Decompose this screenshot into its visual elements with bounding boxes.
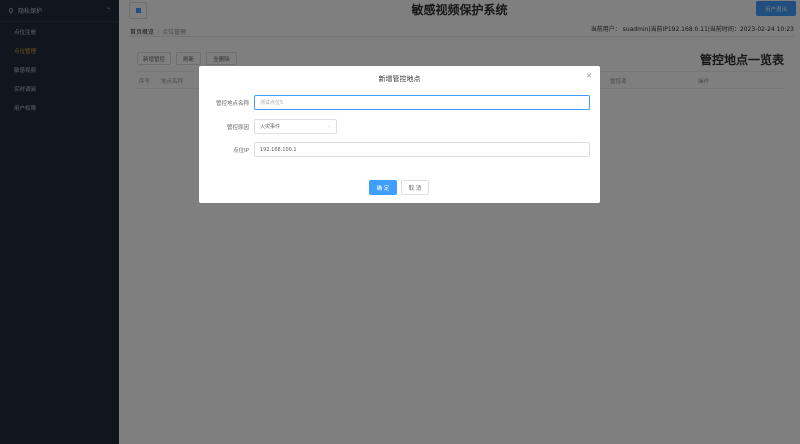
ip-input[interactable]: 192.168.100.1 <box>254 142 590 157</box>
ip-input-value: 192.168.100.1 <box>260 146 297 153</box>
cancel-button[interactable]: 取 消 <box>401 180 429 195</box>
chevron-down-icon: ⌄ <box>326 123 331 129</box>
location-name-input[interactable]: 测试点位5 <box>254 95 590 110</box>
dialog-title: 新增管控地点 <box>378 75 421 83</box>
reason-select-value: 火灾事件 <box>260 124 281 130</box>
close-icon[interactable]: ✕ <box>586 72 592 80</box>
location-name-placeholder: 测试点位5 <box>260 100 284 106</box>
reason-label: 管控原因 <box>226 125 249 131</box>
confirm-button[interactable]: 确 定 <box>369 180 397 195</box>
reason-select[interactable]: 火灾事件 ⌄ <box>254 119 337 134</box>
ip-label: 点位IP <box>233 148 249 154</box>
name-label: 管控地点名称 <box>215 101 249 107</box>
add-control-dialog: 新增管控地点 ✕ 管控地点名称 测试点位5 管控原因 火灾事件 ⌄ 点位IP 1… <box>199 66 600 203</box>
